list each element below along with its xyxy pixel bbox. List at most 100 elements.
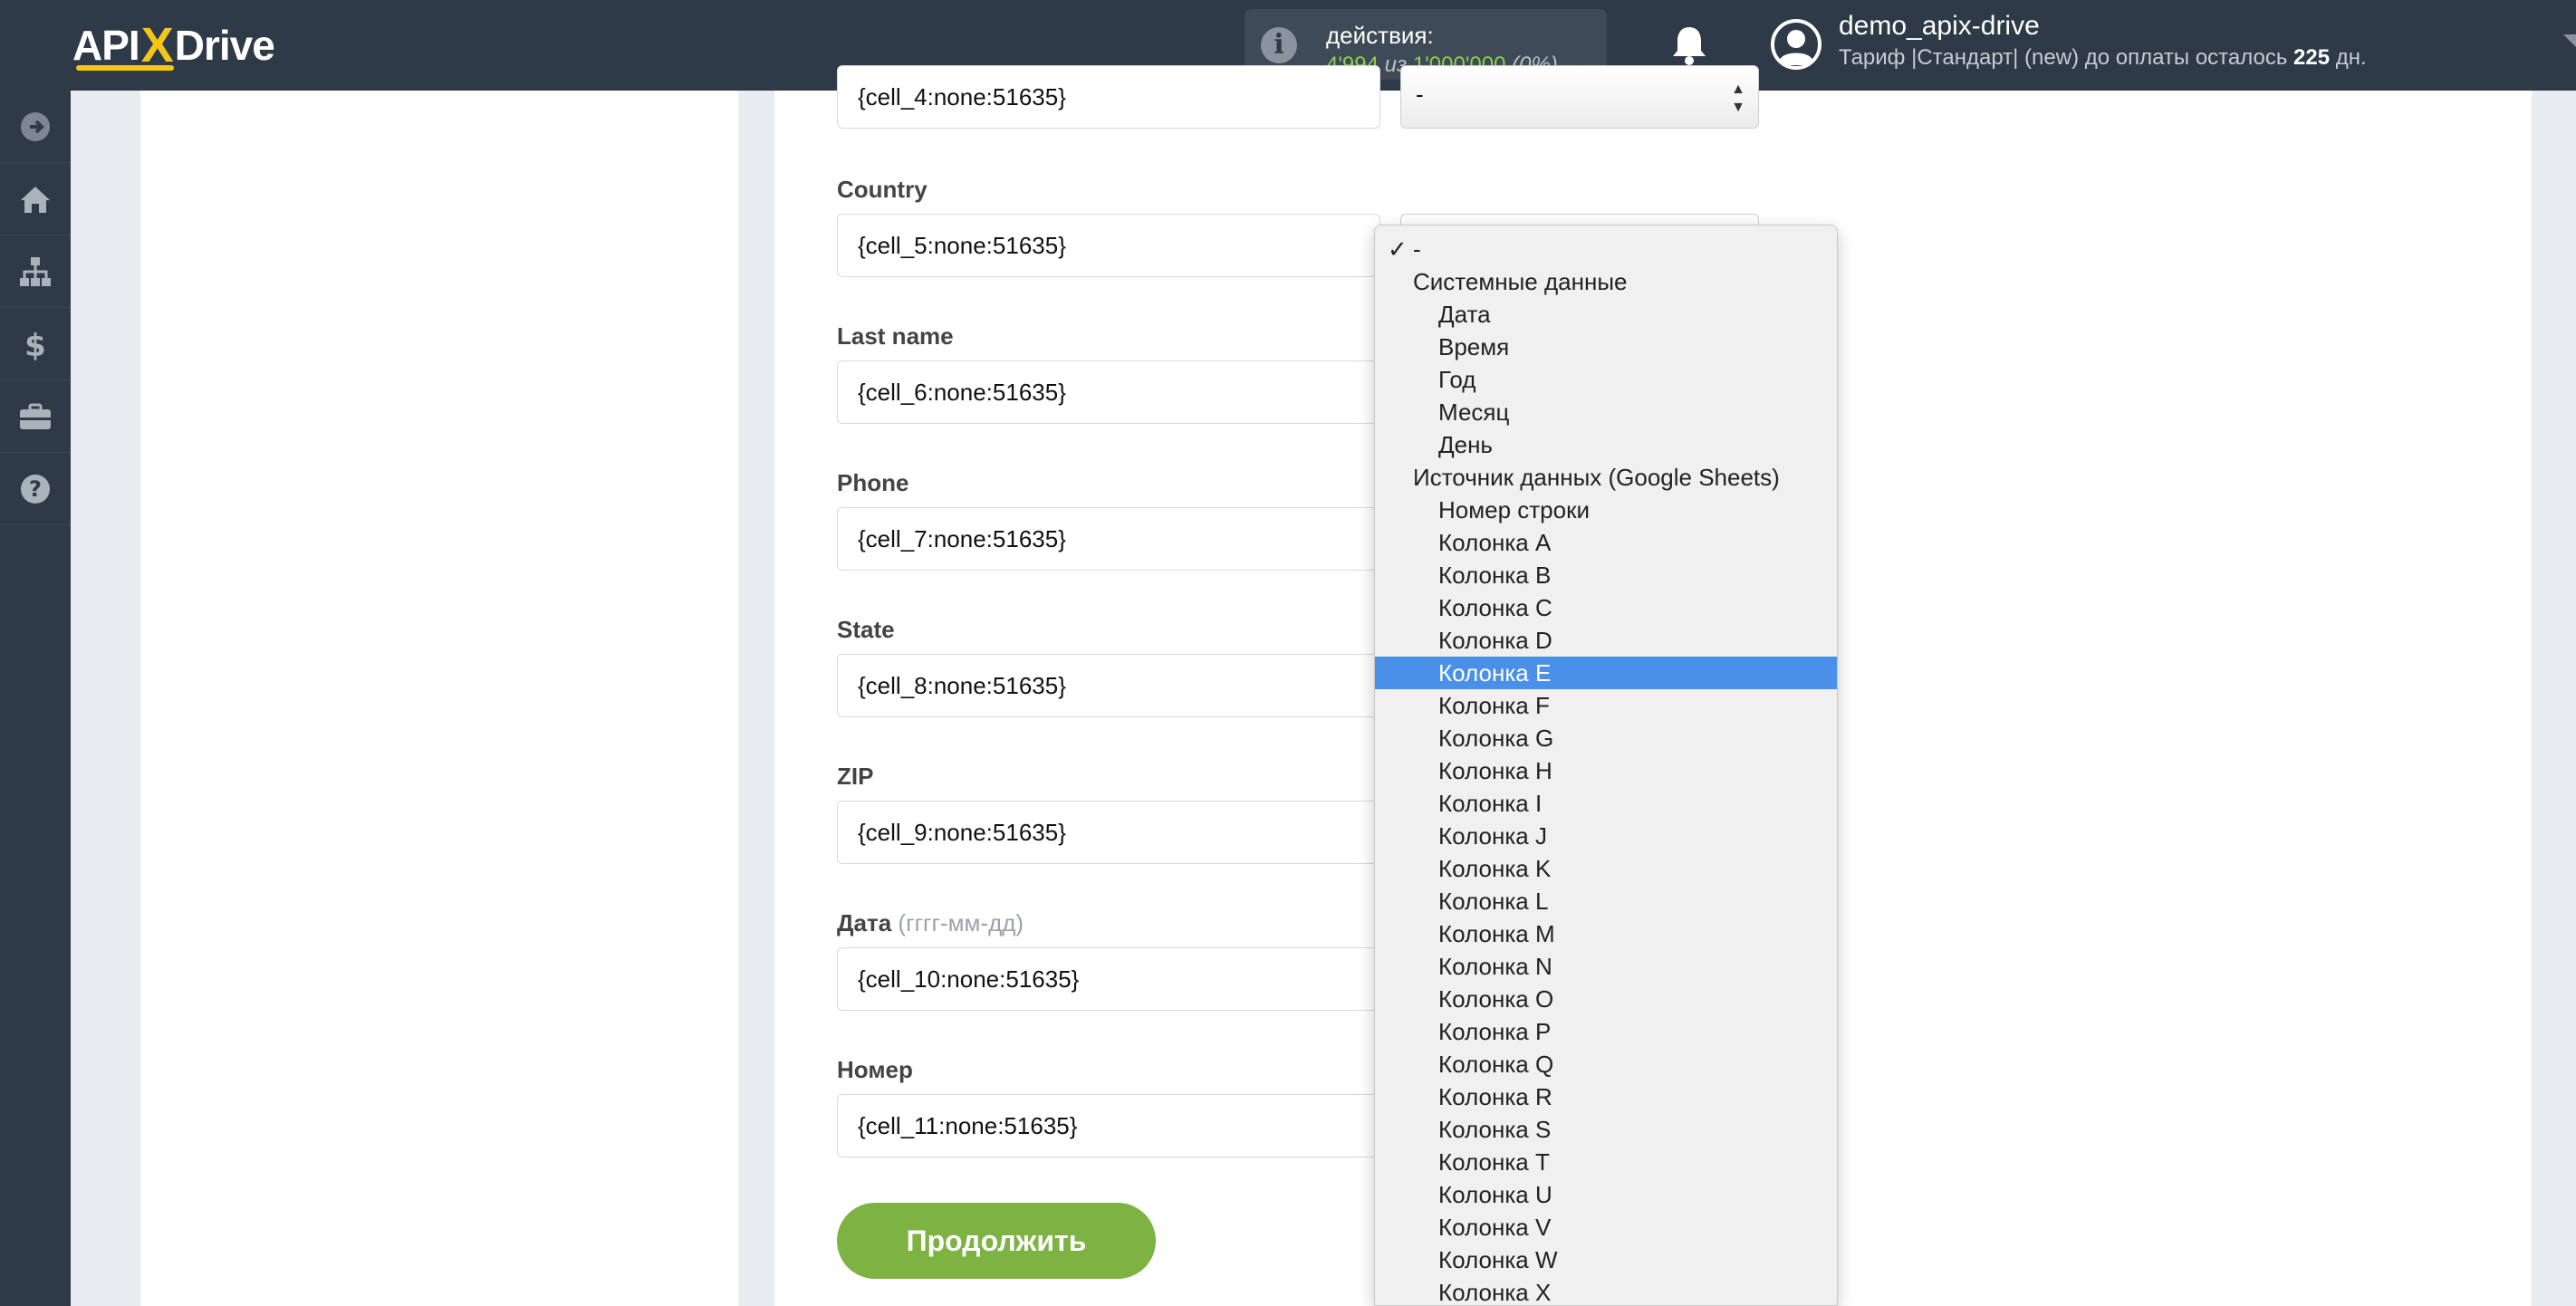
dropdown-option-label: Системные данные	[1413, 268, 1628, 295]
label-phone: Phone	[837, 469, 909, 496]
apixdrive-logo[interactable]: API X Drive	[72, 18, 275, 72]
field-zip-input[interactable]: {cell_9:none:51635}	[837, 801, 1380, 864]
dropdown-option-label: Год	[1438, 366, 1476, 393]
svg-text:?: ?	[29, 476, 42, 502]
dropdown-option-label: Колонка A	[1438, 529, 1552, 556]
dropdown-option[interactable]: День	[1375, 428, 1837, 461]
dropdown-option[interactable]: Колонка R	[1375, 1080, 1837, 1113]
dropdown-option[interactable]: Колонка E	[1375, 657, 1837, 689]
field-number-input[interactable]: {cell_11:none:51635}	[837, 1094, 1380, 1157]
sidebar-item-home[interactable]	[0, 163, 71, 235]
dropdown-option[interactable]: Колонка P	[1375, 1015, 1837, 1048]
dropdown-option[interactable]: Номер строки	[1375, 494, 1837, 526]
dropdown-option[interactable]: Колонка C	[1375, 591, 1837, 624]
select-arrows-icon: ▲ ▼	[1731, 82, 1745, 115]
dropdown-option[interactable]: Колонка O	[1375, 983, 1837, 1015]
dropdown-option[interactable]: Колонка I	[1375, 787, 1837, 820]
label-date: Дата (гггг-мм-дд)	[837, 909, 1024, 937]
dropdown-option-label: Дата	[1438, 301, 1491, 328]
dropdown-option-label: Колонка E	[1438, 659, 1552, 687]
dropdown-option-label: Месяц	[1438, 399, 1510, 426]
logo-text-drive: Drive	[174, 22, 275, 69]
arrow-right-circle-icon	[21, 111, 50, 141]
dropdown-option[interactable]: Колонка U	[1375, 1178, 1837, 1211]
dropdown-option[interactable]: Колонка J	[1375, 820, 1837, 852]
dropdown-option[interactable]: Год	[1375, 363, 1837, 396]
plan-days: 225	[2293, 45, 2331, 70]
field-last-name-input[interactable]: {cell_6:none:51635}	[837, 360, 1380, 424]
dollar-icon: $	[24, 328, 46, 362]
sidebar-item-billing[interactable]: $	[0, 308, 71, 380]
dropdown-option-label: День	[1438, 431, 1493, 458]
field-country-input[interactable]: {cell_5:none:51635}	[837, 214, 1380, 277]
dropdown-option-label: Колонка U	[1438, 1181, 1552, 1208]
dropdown-option-label: Колонка H	[1438, 757, 1552, 784]
dropdown-option-label: -	[1413, 235, 1421, 263]
actions-label: действия:	[1326, 22, 1434, 49]
dropdown-option-label: Колонка B	[1438, 562, 1552, 589]
dropdown-option[interactable]: Колонка N	[1375, 950, 1837, 983]
label-state: State	[837, 616, 895, 643]
dropdown-option-label: Колонка N	[1438, 953, 1552, 980]
label-last-name: Last name	[837, 322, 954, 350]
dropdown-option-label: Колонка C	[1438, 594, 1552, 621]
field-phone-input[interactable]: {cell_7:none:51635}	[837, 507, 1380, 571]
dropdown-option-label: Колонка T	[1438, 1148, 1550, 1176]
dropdown-option[interactable]: Колонка F	[1375, 689, 1837, 722]
field-dropdown-list[interactable]: ✓ - Системные данные Дата Время Год Месяц День И…	[1374, 225, 1838, 1306]
user-menu-caret-icon[interactable]	[2563, 34, 2576, 47]
sitemap-icon	[20, 256, 51, 286]
dropdown-option-label: Колонка D	[1438, 627, 1552, 654]
dropdown-option[interactable]: Колонка Q	[1375, 1048, 1837, 1080]
dropdown-option-label: Колонка R	[1438, 1083, 1552, 1110]
dropdown-option[interactable]: Колонка G	[1375, 722, 1837, 754]
field-cell-4-input[interactable]: {cell_4:none:51635}	[837, 65, 1380, 129]
dropdown-option[interactable]: ✓ -	[1375, 233, 1837, 265]
dropdown-option-label: Колонка O	[1438, 985, 1554, 1013]
sidebar: $ ?	[0, 91, 71, 1306]
info-icon: i	[1261, 27, 1297, 63]
dropdown-option[interactable]: Колонка A	[1375, 526, 1837, 559]
dropdown-option[interactable]: Колонка X	[1375, 1276, 1837, 1305]
plan-prefix: Тариф |Стандарт| (new) до оплаты осталос…	[1839, 45, 2288, 70]
dropdown-option[interactable]: Месяц	[1375, 396, 1837, 428]
user-plan: Тариф |Стандарт| (new) до оплаты осталос…	[1839, 45, 2367, 71]
label-date-hint: (гггг-мм-дд)	[898, 909, 1024, 936]
plan-days-suffix: дн.	[2335, 45, 2367, 70]
field-state-input[interactable]: {cell_8:none:51635}	[837, 654, 1380, 717]
dropdown-option[interactable]: Колонка H	[1375, 754, 1837, 787]
dropdown-option[interactable]: Колонка V	[1375, 1211, 1837, 1244]
sidebar-item-tools[interactable]	[0, 380, 71, 453]
user-avatar-icon[interactable]	[1770, 18, 1822, 71]
dropdown-option[interactable]: Колонка M	[1375, 917, 1837, 950]
dropdown-option-label: Время	[1438, 333, 1510, 360]
dropdown-option[interactable]: Колонка T	[1375, 1146, 1837, 1178]
dropdown-option[interactable]: Колонка B	[1375, 559, 1837, 591]
dropdown-option[interactable]: Колонка D	[1375, 624, 1837, 657]
dropdown-option-label: Колонка F	[1438, 692, 1550, 719]
dropdown-option-label: Источник данных (Google Sheets)	[1413, 464, 1780, 491]
dropdown-option[interactable]: Колонка W	[1375, 1244, 1837, 1276]
dropdown-option[interactable]: Время	[1375, 331, 1837, 363]
user-name[interactable]: demo_apix-drive	[1839, 11, 2040, 42]
field-date-input[interactable]: {cell_10:none:51635}	[837, 947, 1380, 1011]
svg-text:$: $	[24, 328, 46, 362]
dropdown-option[interactable]: Колонка S	[1375, 1113, 1837, 1146]
dropdown-option-label: Колонка I	[1438, 790, 1543, 817]
dropdown-option[interactable]: Колонка L	[1375, 885, 1837, 917]
bell-icon[interactable]	[1669, 24, 1709, 67]
help-icon: ?	[21, 474, 50, 504]
dropdown-option[interactable]: Системные данные	[1375, 265, 1837, 298]
label-date-text: Дата	[837, 909, 892, 936]
field-cell-4-select[interactable]: - ▲ ▼	[1400, 65, 1759, 129]
dropdown-option[interactable]: Колонка K	[1375, 852, 1837, 885]
continue-button[interactable]: Продолжить	[837, 1203, 1156, 1279]
dropdown-option-label: Колонка G	[1438, 725, 1554, 752]
logo-text-api: API	[72, 22, 140, 69]
left-panel	[140, 91, 738, 1306]
sidebar-item-expand[interactable]	[0, 91, 71, 163]
sidebar-item-connections[interactable]	[0, 235, 71, 308]
dropdown-option[interactable]: Источник данных (Google Sheets)	[1375, 461, 1837, 494]
sidebar-item-help[interactable]: ?	[0, 453, 71, 525]
dropdown-option[interactable]: Дата	[1375, 298, 1837, 331]
